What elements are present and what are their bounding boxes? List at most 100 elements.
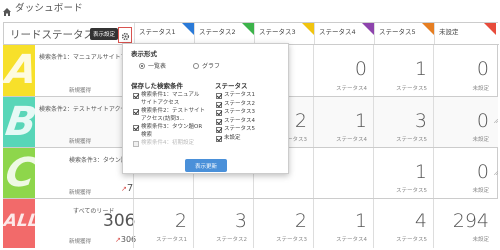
- conditions-title: 保存した検索条件: [131, 82, 183, 90]
- checkbox[interactable]: [216, 135, 222, 142]
- checkbox-label: 検索条件4：初期設定: [141, 140, 194, 146]
- grid-header-row: リードステータス分布 ステータス1 ステータス2 ステータス3 ステータス4 ステータス…: [4, 23, 499, 45]
- status-checkbox-row[interactable]: ステータス2: [216, 101, 255, 109]
- status-cell[interactable]: 2 ステータス1: [133, 199, 193, 248]
- condition-name[interactable]: 検索条件2：テストサイトアクセス(: [39, 104, 135, 113]
- status-count[interactable]: 4: [415, 210, 427, 232]
- settings-button[interactable]: [118, 27, 132, 43]
- status-cell[interactable]: 3 ステータス5: [373, 97, 433, 147]
- status-count[interactable]: 2: [175, 210, 187, 232]
- status-sub-label: ステータス5: [396, 86, 427, 92]
- status-cell[interactable]: 3 ステータス2: [193, 199, 253, 248]
- row-badge: ALL: [3, 199, 35, 248]
- status-count[interactable]: 1: [415, 58, 427, 80]
- status-checkbox-row[interactable]: 未設定: [216, 135, 241, 143]
- status-count[interactable]: 3: [235, 210, 247, 232]
- checkbox[interactable]: [216, 127, 222, 133]
- row-badge: A: [3, 45, 35, 96]
- column-header-label: ステータス3: [259, 28, 296, 36]
- status-count[interactable]: 0: [477, 161, 489, 183]
- row-badge: C: [3, 148, 35, 198]
- status-sub-label: ステータス4: [336, 237, 367, 243]
- new-acquired-label: 新規獲得: [69, 88, 92, 94]
- radio-table[interactable]: 一覧表: [139, 61, 166, 70]
- column-header-6: 未設定: [434, 23, 496, 44]
- status-color-corner: [422, 23, 434, 35]
- status-sub-label: 未設定: [472, 137, 489, 143]
- checkbox-label: ステータス1: [224, 92, 255, 98]
- status-checkbox-row[interactable]: ステータス4: [216, 118, 255, 126]
- status-count[interactable]: 0: [355, 58, 367, 80]
- status-sub-label: 未設定: [472, 188, 489, 194]
- status-count[interactable]: 1: [415, 161, 427, 183]
- checkbox-label-line2: アクセス(訪問3...: [141, 115, 185, 122]
- column-header-4: ステータス4: [314, 23, 374, 44]
- status-cell[interactable]: 0 ステータス4: [313, 45, 373, 96]
- status-cell[interactable]: 0 未設定: [433, 97, 495, 147]
- status-sub-label: 未設定: [472, 237, 489, 243]
- apply-button[interactable]: 表示更新: [185, 159, 227, 172]
- checkbox-label: ステータス2: [224, 100, 255, 107]
- status-sub-label: ステータス5: [396, 237, 427, 243]
- radio-button[interactable]: [139, 62, 145, 69]
- condition-checkbox-row[interactable]: 検索条件1：マニュアル サイトアクセス: [133, 92, 213, 107]
- resize-handle-icon[interactable]: [493, 108, 499, 124]
- status-count[interactable]: 294: [453, 210, 489, 232]
- radio-label: 一覧表: [148, 63, 167, 70]
- resize-handle-icon[interactable]: [493, 160, 499, 176]
- column-header-label: 未設定: [439, 28, 459, 36]
- status-cell[interactable]: 294 未設定: [433, 199, 495, 248]
- status-checkbox-row[interactable]: ステータス3: [216, 109, 255, 117]
- new-acquired-label: 新規獲得: [69, 190, 92, 196]
- condition-checkbox-row: 検索条件4：初期設定: [133, 140, 213, 148]
- checkbox[interactable]: [216, 118, 222, 125]
- checkbox[interactable]: [216, 110, 222, 116]
- status-sub-label: ステータス2: [216, 237, 247, 243]
- column-header-5: ステータス5: [374, 23, 434, 44]
- status-cell[interactable]: 1 ステータス5: [373, 148, 433, 198]
- status-cell[interactable]: 0 未設定: [433, 45, 495, 96]
- display-settings-popup: 表示形式 一覧表 グラフ 保存した検索条件 ステータス 表示更新 検索条件1：マ…: [122, 43, 289, 174]
- status-cell[interactable]: 2 ステータス3: [253, 199, 313, 248]
- status-title: ステータス: [215, 82, 248, 90]
- checkbox[interactable]: [216, 101, 222, 108]
- total-count[interactable]: 306: [103, 211, 135, 231]
- radio-label: グラフ: [202, 63, 221, 70]
- status-checkbox-row[interactable]: ステータス1: [216, 92, 255, 100]
- status-cell[interactable]: 4 ステータス5: [373, 199, 433, 248]
- status-sub-label: ステータス3: [276, 237, 307, 243]
- status-count[interactable]: 1: [355, 210, 367, 232]
- checkbox-label-line2: サイトアクセス: [141, 99, 180, 106]
- status-color-corner: [362, 23, 374, 35]
- status-count[interactable]: 0: [477, 110, 489, 132]
- row-badge-letter: A: [3, 47, 35, 93]
- status-checkbox-row[interactable]: ステータス5: [216, 126, 255, 134]
- status-count[interactable]: 2: [295, 210, 307, 232]
- checkbox[interactable]: [133, 93, 139, 99]
- status-cell[interactable]: 1 ステータス4: [313, 199, 373, 248]
- checkbox[interactable]: [133, 125, 139, 131]
- checkbox-label: ステータス4: [224, 117, 255, 124]
- status-count[interactable]: 2: [295, 110, 307, 132]
- app-header: ダッシュボード: [0, 0, 500, 16]
- status-count[interactable]: 0: [477, 58, 489, 80]
- status-count[interactable]: 1: [355, 110, 367, 132]
- status-sub-label: ステータス4: [336, 137, 367, 143]
- checkbox-label: 検索条件1：マニュアル: [141, 92, 200, 98]
- checkbox[interactable]: [133, 109, 139, 115]
- condition-checkbox-row[interactable]: 検索条件2：テストサイト アクセス(訪問3...: [133, 108, 213, 123]
- status-sub-label: ステータス5: [396, 188, 427, 194]
- status-cell[interactable]: 1 ステータス4: [313, 97, 373, 147]
- status-cell[interactable]: 1 ステータス5: [373, 45, 433, 96]
- checkbox-label: ステータス3: [224, 109, 255, 115]
- home-icon: [2, 2, 12, 16]
- format-title: 表示形式: [131, 50, 157, 58]
- radio-button[interactable]: [193, 62, 199, 69]
- condition-name[interactable]: 検索条件1：マニュアルサイトアク: [39, 52, 132, 61]
- checkbox[interactable]: [216, 93, 222, 99]
- radio-graph[interactable]: グラフ: [193, 61, 220, 70]
- status-cell[interactable]: 0 未設定: [433, 148, 495, 198]
- row-badge-letter: B: [3, 99, 35, 145]
- status-count[interactable]: 3: [415, 110, 427, 132]
- condition-checkbox-row[interactable]: 検索条件3：タウン題OR 検索: [133, 124, 213, 139]
